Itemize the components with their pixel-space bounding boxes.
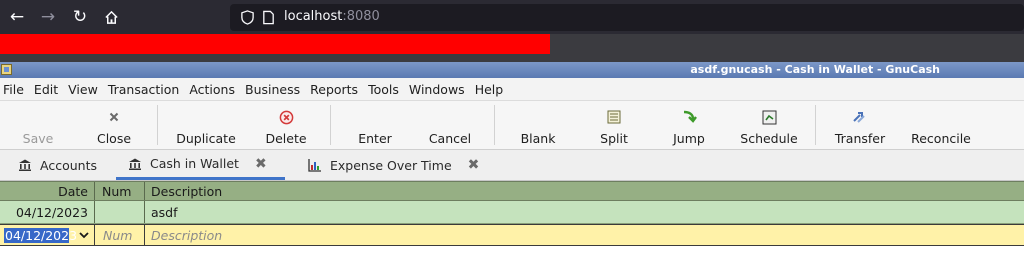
home-icon[interactable]: [99, 5, 123, 29]
back-arrow-icon[interactable]: ←: [5, 5, 29, 29]
tab-accounts[interactable]: Accounts: [18, 150, 97, 180]
reconcile-button[interactable]: Reconcile: [911, 101, 971, 149]
split-button[interactable]: Split: [598, 101, 630, 149]
window-title: asdf.gnucash - Cash in Wallet - GnuCash: [690, 63, 940, 76]
menu-view[interactable]: View: [64, 82, 102, 97]
tab-label: Accounts: [40, 157, 97, 173]
menu-business[interactable]: Business: [241, 82, 304, 97]
delete-icon: [275, 106, 297, 128]
menu-help[interactable]: Help: [471, 82, 508, 97]
cancel-button[interactable]: Cancel: [428, 101, 472, 149]
shield-icon[interactable]: [240, 10, 255, 25]
tab-bar: Accounts Cash in Wallet ✖ Expense Over T…: [0, 150, 1024, 181]
transfer-button[interactable]: Transfer: [834, 101, 886, 149]
date-input[interactable]: 04/12/2023: [4, 228, 77, 243]
redaction-bar: [0, 34, 550, 54]
window-titlebar: asdf.gnucash - Cash in Wallet - GnuCash: [0, 62, 1024, 78]
menu-edit[interactable]: Edit: [30, 82, 62, 97]
schedule-button[interactable]: Schedule: [740, 101, 798, 149]
menu-bar: File Edit View Transaction Actions Busin…: [0, 78, 1024, 100]
menu-actions[interactable]: Actions: [185, 82, 239, 97]
column-header-date[interactable]: Date: [0, 182, 88, 200]
table-row[interactable]: 04/12/2023 asdf: [0, 201, 1024, 224]
reconcile-icon: [930, 106, 952, 128]
column-divider: [94, 201, 95, 223]
close-icon: [103, 106, 125, 128]
save-icon: [27, 106, 49, 128]
new-transaction-row[interactable]: 04/12/2023 Num Description: [0, 224, 1024, 246]
row-description[interactable]: asdf: [151, 201, 178, 223]
jump-button[interactable]: Jump: [672, 101, 706, 149]
column-divider: [144, 182, 145, 200]
page-icon: [263, 10, 274, 25]
menu-tools[interactable]: Tools: [364, 82, 403, 97]
toolbar-separator: [330, 105, 331, 145]
blank-icon: [527, 106, 549, 128]
duplicate-button[interactable]: Duplicate: [176, 101, 236, 149]
save-button[interactable]: Save: [20, 101, 56, 149]
column-divider: [94, 182, 95, 200]
schedule-icon: [758, 106, 780, 128]
url-bar[interactable]: localhost:8080: [230, 4, 1024, 31]
close-button[interactable]: Close: [95, 101, 133, 149]
tab-label: Cash in Wallet: [150, 156, 239, 171]
tab-expense-over-time[interactable]: Expense Over Time ✖: [308, 150, 479, 180]
bookmarks-area: [0, 34, 1024, 62]
toolbar-separator: [494, 105, 495, 145]
chart-icon: [308, 158, 322, 172]
blank-button[interactable]: Blank: [518, 101, 558, 149]
menu-windows[interactable]: Windows: [405, 82, 469, 97]
toolbar-separator: [157, 105, 158, 145]
toolbar-separator: [815, 105, 816, 145]
close-tab-icon[interactable]: ✖: [468, 158, 480, 172]
num-input[interactable]: Num: [103, 225, 132, 245]
description-input[interactable]: Description: [151, 225, 222, 245]
menu-transaction[interactable]: Transaction: [104, 82, 184, 97]
chevron-down-icon[interactable]: [75, 227, 92, 244]
browser-toolbar: ← → ↻ localhost:8080: [0, 0, 1024, 34]
reload-icon[interactable]: ↻: [68, 5, 92, 29]
menu-reports[interactable]: Reports: [306, 82, 362, 97]
close-tab-icon[interactable]: ✖: [255, 157, 267, 171]
split-icon: [603, 106, 625, 128]
enter-button[interactable]: Enter: [357, 101, 393, 149]
row-date[interactable]: 04/12/2023: [0, 201, 88, 223]
cancel-icon: [439, 106, 461, 128]
url-text[interactable]: localhost:8080: [284, 9, 380, 24]
register-header: Date Num Description: [0, 181, 1024, 201]
enter-icon: [364, 106, 386, 128]
toolbar: Save Close Duplicate Delete Enter Cancel…: [0, 100, 1024, 150]
register-empty-area: [0, 246, 1024, 264]
bank-icon: [128, 157, 142, 171]
bank-icon: [18, 158, 32, 172]
tab-cash-in-wallet[interactable]: Cash in Wallet ✖: [116, 150, 285, 180]
column-divider: [94, 225, 95, 245]
forward-arrow-icon[interactable]: →: [36, 5, 60, 29]
menu-file[interactable]: File: [0, 82, 28, 97]
column-divider: [144, 225, 145, 245]
column-header-num[interactable]: Num: [102, 182, 131, 200]
jump-arrow-icon: [678, 106, 700, 128]
column-divider: [144, 201, 145, 223]
tab-label: Expense Over Time: [330, 157, 452, 173]
gnucash-app-icon: [1, 64, 12, 75]
delete-button[interactable]: Delete: [265, 101, 307, 149]
column-header-description[interactable]: Description: [151, 182, 222, 200]
transfer-icon: [849, 106, 871, 128]
duplicate-icon: [195, 106, 217, 128]
